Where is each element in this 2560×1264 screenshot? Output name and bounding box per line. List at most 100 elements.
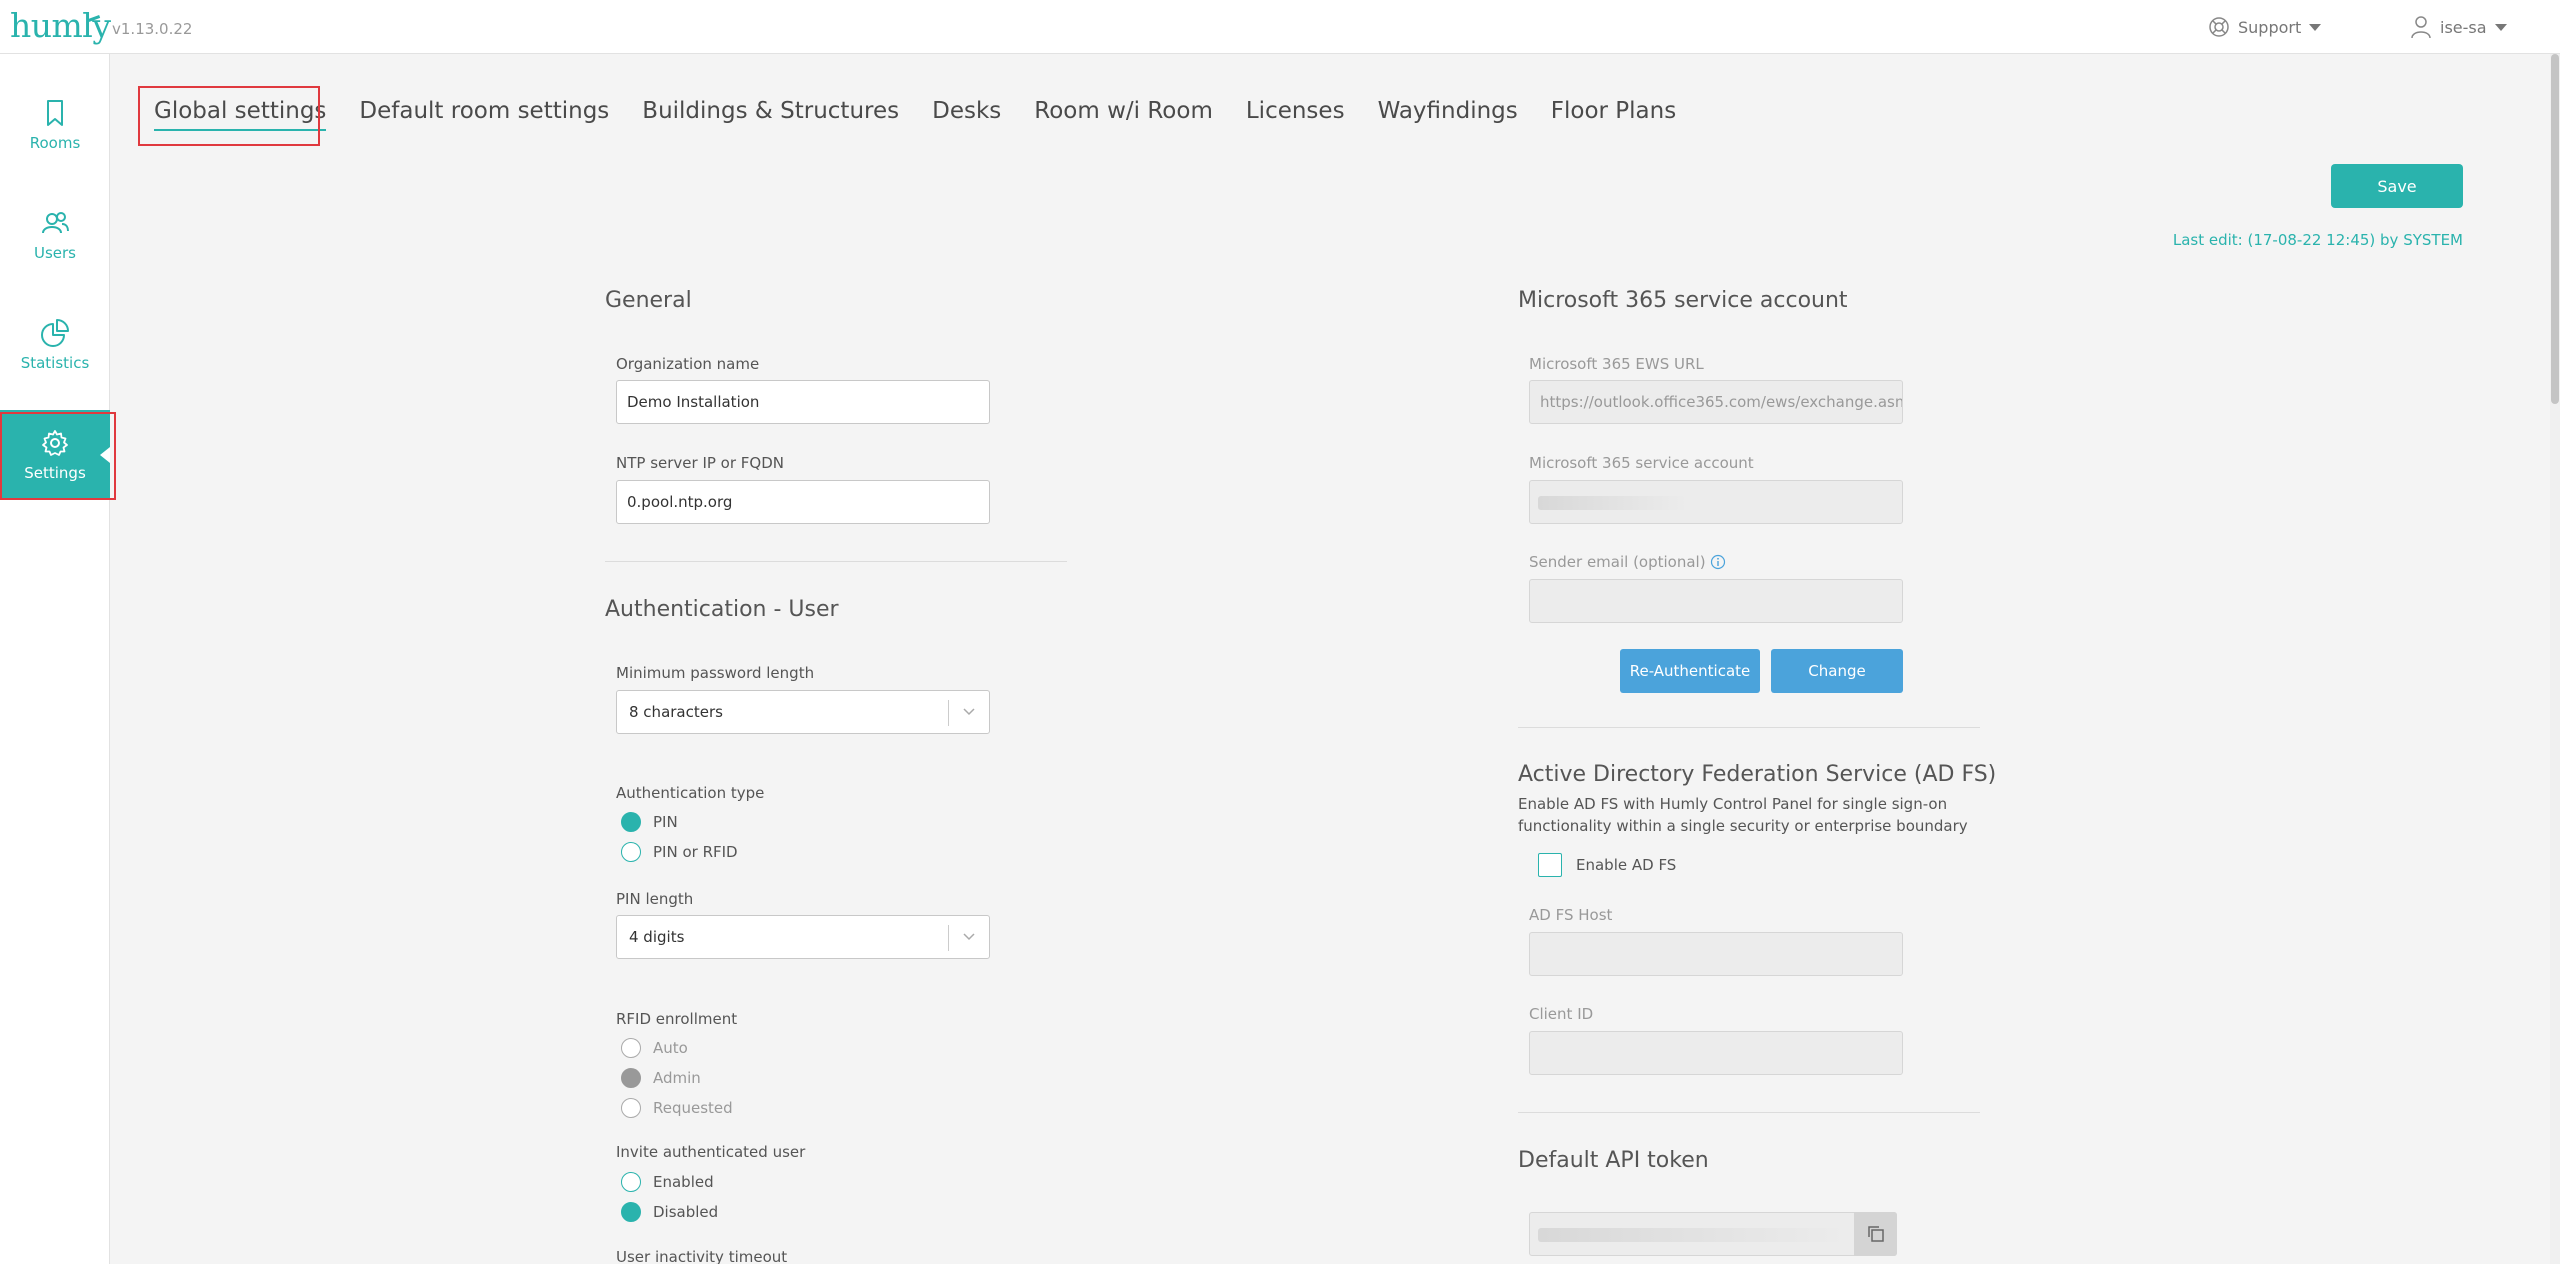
gear-icon: [42, 430, 68, 456]
radio-rfid-requested[interactable]: Requested: [621, 1098, 733, 1118]
org-name-input[interactable]: Demo Installation: [616, 380, 990, 424]
auth-type-label: Authentication type: [616, 784, 765, 802]
checkbox-unchecked-icon: [1538, 853, 1562, 877]
radio-checked-icon: [621, 812, 641, 832]
page-scrollbar[interactable]: [2550, 54, 2560, 1264]
radio-label: PIN or RFID: [653, 843, 738, 861]
radio-checked-icon: [621, 1068, 641, 1088]
radio-unchecked-icon: [621, 1098, 641, 1118]
sidebar-item-label: Rooms: [29, 134, 81, 152]
scrollbar-thumb[interactable]: [2551, 54, 2559, 404]
pin-length-select[interactable]: 4 digits: [616, 915, 990, 959]
radio-auth-pin-or-rfid[interactable]: PIN or RFID: [621, 842, 738, 862]
radio-rfid-auto[interactable]: Auto: [621, 1038, 688, 1058]
sidebar-item-label: Users: [33, 244, 76, 262]
sidebar-item-rooms[interactable]: Rooms: [0, 80, 110, 170]
inactivity-timeout-label: User inactivity timeout: [616, 1248, 788, 1264]
tab-licenses[interactable]: Licenses: [1246, 98, 1345, 124]
last-edit-label: Last edit: (17-08-22 12:45) by SYSTEM: [2172, 231, 2463, 249]
tab-default-room-settings[interactable]: Default room settings: [359, 98, 609, 124]
support-menu[interactable]: Support: [2208, 14, 2322, 40]
redacted-value: [1538, 496, 1688, 510]
sender-email-label: Sender email (optional): [1529, 553, 1726, 571]
tab-buildings-structures[interactable]: Buildings & Structures: [642, 98, 899, 124]
pie-chart-icon: [41, 319, 69, 347]
copy-icon: [1867, 1226, 1884, 1242]
min-password-label: Minimum password length: [616, 664, 815, 682]
adfs-description: Enable AD FS with Humly Control Panel fo…: [1518, 795, 1968, 835]
section-title-general: General: [605, 288, 692, 313]
radio-auth-pin[interactable]: PIN: [621, 812, 678, 832]
copy-token-button[interactable]: [1854, 1212, 1897, 1256]
tab-wayfindings[interactable]: Wayfindings: [1378, 98, 1518, 124]
ntp-input[interactable]: 0.pool.ntp.org: [616, 480, 990, 524]
tab-room-within-room[interactable]: Room w/i Room: [1034, 98, 1213, 124]
re-authenticate-button[interactable]: Re-Authenticate: [1620, 649, 1760, 693]
sidebar-item-statistics[interactable]: Statistics: [0, 300, 110, 390]
divider: [1518, 727, 1980, 728]
tab-global-settings[interactable]: Global settings: [154, 98, 327, 131]
ntp-label: NTP server IP or FQDN: [616, 454, 785, 472]
api-token-input[interactable]: [1529, 1212, 1897, 1256]
chevron-down-icon: [963, 708, 975, 716]
pin-length-value: 4 digits: [629, 928, 685, 946]
radio-label: Enabled: [653, 1173, 714, 1191]
client-id-label: Client ID: [1529, 1005, 1594, 1023]
users-icon: [42, 212, 69, 234]
select-separator: [948, 925, 949, 951]
sender-email-input[interactable]: [1529, 579, 1903, 623]
client-id-input[interactable]: [1529, 1031, 1903, 1075]
humly-logo[interactable]: humly: [10, 6, 111, 45]
redacted-value: [1538, 1228, 1848, 1242]
change-button[interactable]: Change: [1771, 649, 1903, 693]
enable-adfs-checkbox[interactable]: Enable AD FS: [1538, 853, 1676, 877]
info-icon[interactable]: [1710, 554, 1726, 570]
min-password-value: 8 characters: [629, 703, 723, 721]
user-label: ise-sa: [2440, 17, 2487, 37]
pin-length-label: PIN length: [616, 890, 694, 908]
min-password-select[interactable]: 8 characters: [616, 690, 990, 734]
ews-url-input[interactable]: https://outlook.office365.com/ews/exchan…: [1529, 380, 1903, 424]
tab-desks[interactable]: Desks: [932, 98, 1001, 124]
radio-unchecked-icon: [621, 1038, 641, 1058]
select-separator: [948, 700, 949, 726]
radio-label: Disabled: [653, 1203, 719, 1221]
sidebar-item-label: Statistics: [20, 354, 90, 372]
adfs-host-input[interactable]: [1529, 932, 1903, 976]
save-button[interactable]: Save: [2331, 164, 2463, 208]
support-label: Support: [2238, 17, 2302, 37]
divider: [605, 561, 1067, 562]
adfs-host-label: AD FS Host: [1529, 906, 1613, 924]
radio-unchecked-icon: [621, 1172, 641, 1192]
section-title-auth-user: Authentication - User: [605, 597, 839, 622]
service-account-label: Microsoft 365 service account: [1529, 454, 1754, 472]
radio-label: Auto: [653, 1039, 688, 1057]
radio-invite-enabled[interactable]: Enabled: [621, 1172, 714, 1192]
chevron-down-icon: [963, 933, 975, 941]
section-title-ms365: Microsoft 365 service account: [1518, 288, 1848, 313]
section-title-api-token: Default API token: [1518, 1148, 1709, 1173]
sidebar-item-settings[interactable]: Settings: [0, 410, 110, 500]
org-name-label: Organization name: [616, 355, 760, 373]
top-bar: humly v1.13.0.22 Support ise-sa: [0, 0, 2560, 54]
radio-label: Requested: [653, 1099, 733, 1117]
radio-invite-disabled[interactable]: Disabled: [621, 1202, 718, 1222]
sidebar-item-label: Settings: [24, 464, 86, 482]
user-menu[interactable]: ise-sa: [2410, 14, 2507, 40]
invite-user-label: Invite authenticated user: [616, 1143, 806, 1161]
support-icon: [2209, 17, 2229, 37]
sender-email-label-text: Sender email (optional): [1529, 553, 1706, 571]
sidebar: Rooms Users Statistics Settings: [0, 54, 110, 1264]
chevron-down-icon: [2309, 23, 2322, 31]
radio-rfid-admin[interactable]: Admin: [621, 1068, 701, 1088]
tab-floor-plans[interactable]: Floor Plans: [1551, 98, 1676, 124]
radio-checked-icon: [621, 1202, 641, 1222]
bookmark-icon: [47, 100, 63, 126]
radio-label: PIN: [653, 813, 678, 831]
user-icon: [2411, 16, 2431, 39]
ews-url-label: Microsoft 365 EWS URL: [1529, 355, 1704, 373]
settings-tabs: Global settings Default room settings Bu…: [154, 98, 1676, 131]
sidebar-item-users[interactable]: Users: [0, 190, 110, 280]
radio-label: Admin: [653, 1069, 701, 1087]
service-account-input[interactable]: [1529, 480, 1903, 524]
